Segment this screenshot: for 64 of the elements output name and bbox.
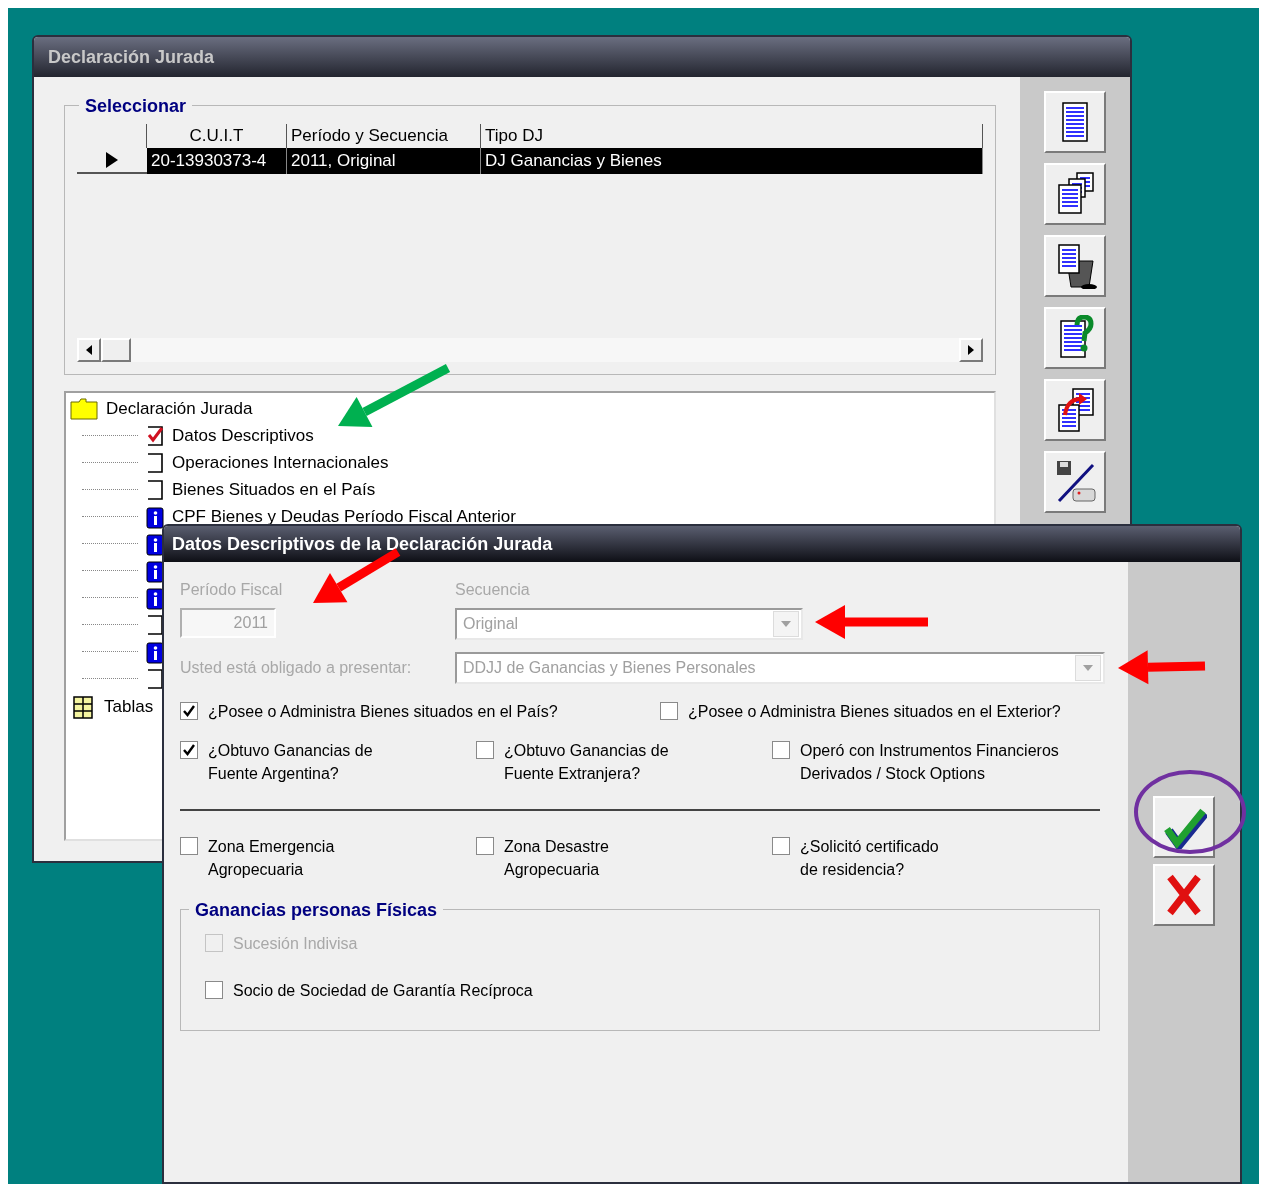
- field-label: Período Fiscal: [180, 580, 284, 600]
- checkbox[interactable]: [772, 741, 790, 759]
- toolbar-button[interactable]: [1044, 91, 1106, 153]
- cancel-button[interactable]: [1153, 864, 1215, 926]
- dialog-title: Datos Descriptivos de la Declaración Jurada: [172, 532, 553, 556]
- toolbar-button[interactable]: [1044, 235, 1106, 297]
- ok-button[interactable]: [1153, 796, 1215, 858]
- info-book-icon: [146, 639, 164, 664]
- checkbox-label: ¿Obtuvo Ganancias de Fuente Extranjera?: [504, 741, 669, 784]
- checkbox-label: ¿Posee o Administra Bienes situados en el Exterior?: [688, 702, 1061, 722]
- checkbox[interactable]: [772, 837, 790, 855]
- folder-icon: [70, 397, 98, 420]
- checkbox[interactable]: [205, 981, 223, 999]
- check-icon: [182, 743, 196, 757]
- field-label: Secuencia: [455, 580, 531, 600]
- scroll-left-button[interactable]: [77, 338, 101, 362]
- tree-checkbox[interactable]: [146, 613, 164, 636]
- checkbox[interactable]: [476, 837, 494, 855]
- tree-item[interactable]: Tablas: [104, 694, 154, 720]
- tables-icon: [70, 694, 96, 720]
- tree-checkbox[interactable]: [146, 478, 164, 501]
- toolbar-button[interactable]: [1044, 379, 1106, 441]
- tree-checkbox[interactable]: [146, 424, 164, 447]
- tree-item[interactable]: Declaración Jurada: [106, 395, 253, 422]
- row-pointer-icon: [106, 152, 118, 168]
- toolbar-button[interactable]: [1044, 163, 1106, 225]
- left-arrow-icon: [86, 345, 92, 355]
- checkbox[interactable]: [180, 837, 198, 855]
- checkbox[interactable]: [660, 702, 678, 720]
- checkbox-label: Zona Emergencia Agropecuaria: [208, 837, 335, 880]
- tree-checkbox[interactable]: [146, 451, 164, 474]
- caret-icon: [1083, 665, 1093, 671]
- table-row[interactable]: 20-13930373-4 2011, Original DJ Ganancias y Bienes: [77, 148, 983, 174]
- table-cell: 20-13930373-4: [147, 148, 287, 174]
- scroll-thumb[interactable]: [101, 338, 131, 362]
- checkbox-label: Sucesión Indivisa: [233, 934, 358, 954]
- info-book-icon: [146, 558, 164, 583]
- checkbox[interactable]: [180, 741, 198, 759]
- toolbar-button[interactable]: [1044, 451, 1106, 513]
- info-book-icon: [146, 585, 164, 610]
- toolbar-button[interactable]: [1044, 307, 1106, 369]
- tree-item[interactable]: Datos Descriptivos: [172, 422, 314, 449]
- checkbox-label: Operó con Instrumentos Financieros Derivados / Stock Options: [800, 741, 1059, 784]
- caret-icon: [781, 621, 791, 627]
- checkbox-label: ¿Obtuvo Ganancias de Fuente Argentina?: [208, 741, 373, 784]
- scroll-right-button[interactable]: [959, 338, 983, 362]
- check-icon: [182, 704, 196, 718]
- tree-item[interactable]: Bienes Situados en el País: [172, 476, 376, 503]
- checkbox[interactable]: [180, 702, 198, 720]
- tree-item[interactable]: Operaciones Internacionales: [172, 449, 389, 476]
- checkbox-label: Zona Desastre Agropecuaria: [504, 837, 609, 880]
- info-book-icon: [146, 531, 164, 556]
- field-label: Usted está obligado a presentar:: [180, 658, 413, 678]
- horizontal-scrollbar[interactable]: [77, 338, 983, 362]
- right-arrow-icon: [968, 345, 974, 355]
- window-title: Declaración Jurada: [48, 45, 215, 69]
- table-cell: DJ Ganancias y Bienes: [481, 148, 983, 174]
- tree-checkbox[interactable]: [146, 667, 164, 690]
- table-cell: 2011, Original: [287, 148, 481, 174]
- checkbox-label: Socio de Sociedad de Garantía Recíproca: [233, 981, 533, 1001]
- checkbox-label: ¿Posee o Administra Bienes situados en el País?: [208, 702, 558, 722]
- checkbox-label: ¿Solicitó certificado de residencia?: [800, 837, 939, 880]
- info-book-icon: [146, 504, 164, 529]
- checkbox[interactable]: [476, 741, 494, 759]
